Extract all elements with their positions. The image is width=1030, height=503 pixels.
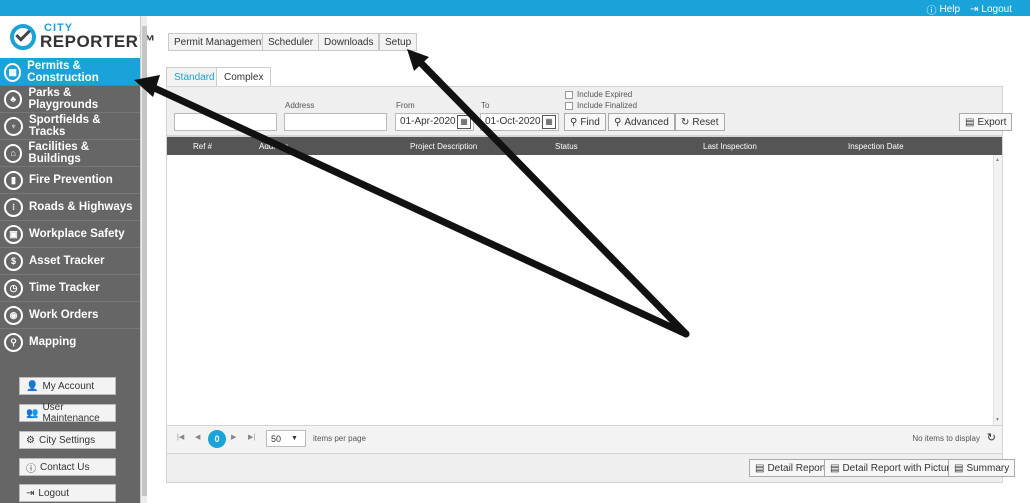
pager-info: No items to display (912, 434, 980, 443)
nav-item-parks-playgrounds[interactable]: ♣ Parks & Playgrounds (0, 85, 140, 112)
nav-item-facilities-buildings[interactable]: ⌂ Facilities & Buildings (0, 139, 140, 166)
nav-item-asset-tracker[interactable]: $ Asset Tracker (0, 247, 140, 274)
detail-report-button[interactable]: ▤ Detail Report (749, 459, 832, 477)
column-project-description[interactable]: Project Description (410, 142, 477, 151)
to-label: To (481, 101, 490, 110)
grid-scrollbar[interactable]: ▲ ▼ (993, 155, 1002, 425)
tab-standard[interactable]: Standard (166, 67, 223, 86)
advanced-button[interactable]: ⚲ Advanced (608, 113, 675, 131)
logout-link[interactable]: ⇥ Logout (970, 2, 1012, 17)
help-icon: ⓘ (926, 6, 937, 17)
asset-hand-icon: $ (4, 251, 23, 271)
work-order-icon: ◉ (4, 305, 23, 325)
last-page-icon[interactable]: ▶| (248, 433, 255, 441)
from-label: From (396, 101, 415, 110)
nav-item-work-orders[interactable]: ◉ Work Orders (0, 301, 140, 328)
refresh-icon: ↻ (681, 116, 690, 128)
detail-report-pictures-button[interactable]: ▤ Detail Report with Pictures (824, 459, 967, 477)
downloads-button[interactable]: Downloads (318, 33, 380, 51)
my-account-button[interactable]: 👤 My Account (19, 377, 116, 395)
tab-complex[interactable]: Complex (216, 67, 272, 86)
to-calendar-icon[interactable]: ▦ (542, 115, 556, 129)
column-inspection-date[interactable]: Inspection Date (848, 142, 904, 151)
logout-icon: ⇥ (26, 487, 35, 499)
users-icon: 👥 (26, 407, 39, 419)
grid-header: Ref # Address Project Description Status… (167, 137, 1002, 155)
info-icon: ⓘ (26, 463, 36, 475)
summary-button[interactable]: ▤ Summary (948, 459, 1016, 477)
document-icon: ▤ (954, 462, 964, 474)
nav-item-mapping[interactable]: ⚲ Mapping (0, 328, 140, 355)
export-button[interactable]: ▤ Export (959, 113, 1013, 131)
nav-item-time-tracker[interactable]: ◷ Time Tracker (0, 274, 140, 301)
trophy-icon: ♆ (4, 116, 23, 136)
chevron-down-icon: ▼ (291, 435, 298, 442)
clock-icon: ◷ (4, 278, 23, 298)
prev-page-icon[interactable]: ◀ (195, 433, 200, 441)
permit-management-button[interactable]: Permit Management (168, 33, 271, 51)
sidebar-scrollbar[interactable] (140, 16, 147, 503)
document-icon: ▤ (755, 462, 765, 474)
pager: |◀ ◀ 0 ▶ ▶| 50 ▼ items per page No items… (166, 426, 1003, 454)
scroll-up-icon[interactable]: ▲ (995, 157, 1000, 163)
column-last-inspection[interactable]: Last Inspection (703, 142, 757, 151)
first-page-icon[interactable]: |◀ (177, 433, 184, 441)
help-link[interactable]: ⓘ Help (926, 2, 960, 17)
nav-item-fire-prevention[interactable]: ▮ Fire Prevention (0, 166, 140, 193)
city-settings-button[interactable]: ⚙ City Settings (19, 431, 116, 449)
address-label: Address (285, 101, 315, 110)
fire-extinguisher-icon: ▮ (4, 170, 23, 190)
page-size-select[interactable]: 50 ▼ (266, 430, 306, 447)
gear-icon: ⚙ (26, 434, 35, 446)
nav-item-sportfields-tracks[interactable]: ♆ Sportfields & Tracks (0, 112, 140, 139)
facility-icon: ⌂ (4, 143, 23, 163)
items-per-page-label: items per page (313, 434, 366, 443)
top-bar: ⓘ Help ⇥ Logout (0, 0, 1030, 17)
nav-item-roads-highways[interactable]: ⁝ Roads & Highways (0, 193, 140, 220)
scheduler-button[interactable]: Scheduler (262, 33, 320, 51)
top-bar-links: ⓘ Help ⇥ Logout (926, 2, 1012, 17)
main-content: Permit Management Scheduler Downloads Se… (150, 16, 1030, 503)
user-maintenance-button[interactable]: 👥 User Maintenance (19, 402, 116, 424)
column-status[interactable]: Status (555, 142, 578, 151)
nav-item-permits-construction[interactable]: ▦ Permits & Construction (0, 58, 140, 85)
sidebar: CITY REPORTER™ ▦ Permits & Construction … (0, 16, 155, 503)
search-icon: ⚲ (570, 116, 578, 128)
tree-icon: ♣ (4, 89, 23, 109)
sidebar-scroll-thumb[interactable] (142, 26, 147, 496)
contact-us-button[interactable]: ⓘ Contact Us (19, 458, 116, 476)
export-icon: ▤ (965, 116, 975, 128)
scroll-down-icon[interactable]: ▼ (995, 417, 1000, 423)
sidebar-logout-button[interactable]: ⇥ Logout (19, 484, 116, 502)
logout-icon: ⇥ (970, 4, 979, 15)
address-input[interactable] (284, 113, 387, 131)
results-grid: Ref # Address Project Description Status… (166, 136, 1003, 426)
ref-input[interactable] (174, 113, 277, 131)
filter-panel: Address From 01-Apr-2020 ▦ To 01-Oct-202… (166, 86, 1013, 136)
find-button[interactable]: ⚲ Find (564, 113, 606, 131)
search-icon: ⚲ (614, 116, 622, 128)
setup-button[interactable]: Setup (379, 33, 418, 51)
column-ref[interactable]: Ref # (193, 142, 212, 151)
traffic-light-icon: ⁝ (4, 197, 23, 217)
map-icon: ⚲ (4, 332, 23, 352)
include-expired-checkbox[interactable]: Include Expired (565, 90, 632, 99)
next-page-icon[interactable]: ▶ (231, 433, 236, 441)
workplace-icon: ▣ (4, 224, 23, 244)
include-finalized-checkbox[interactable]: Include Finalized (565, 101, 637, 110)
current-page[interactable]: 0 (208, 430, 226, 448)
building-icon: ▦ (4, 62, 22, 82)
reset-button[interactable]: ↻ Reset (675, 113, 725, 131)
report-bar: ▤ Detail Report ▤ Detail Report with Pictu… (166, 454, 1016, 483)
from-calendar-icon[interactable]: ▦ (457, 115, 471, 129)
city-reporter-logo: CITY REPORTER™ (0, 16, 155, 58)
column-address[interactable]: Address (259, 142, 288, 151)
refresh-icon[interactable]: ↻ (987, 431, 996, 444)
user-icon: 👤 (26, 380, 39, 392)
document-icon: ▤ (830, 462, 840, 474)
nav-item-workplace-safety[interactable]: ▣ Workplace Safety (0, 220, 140, 247)
